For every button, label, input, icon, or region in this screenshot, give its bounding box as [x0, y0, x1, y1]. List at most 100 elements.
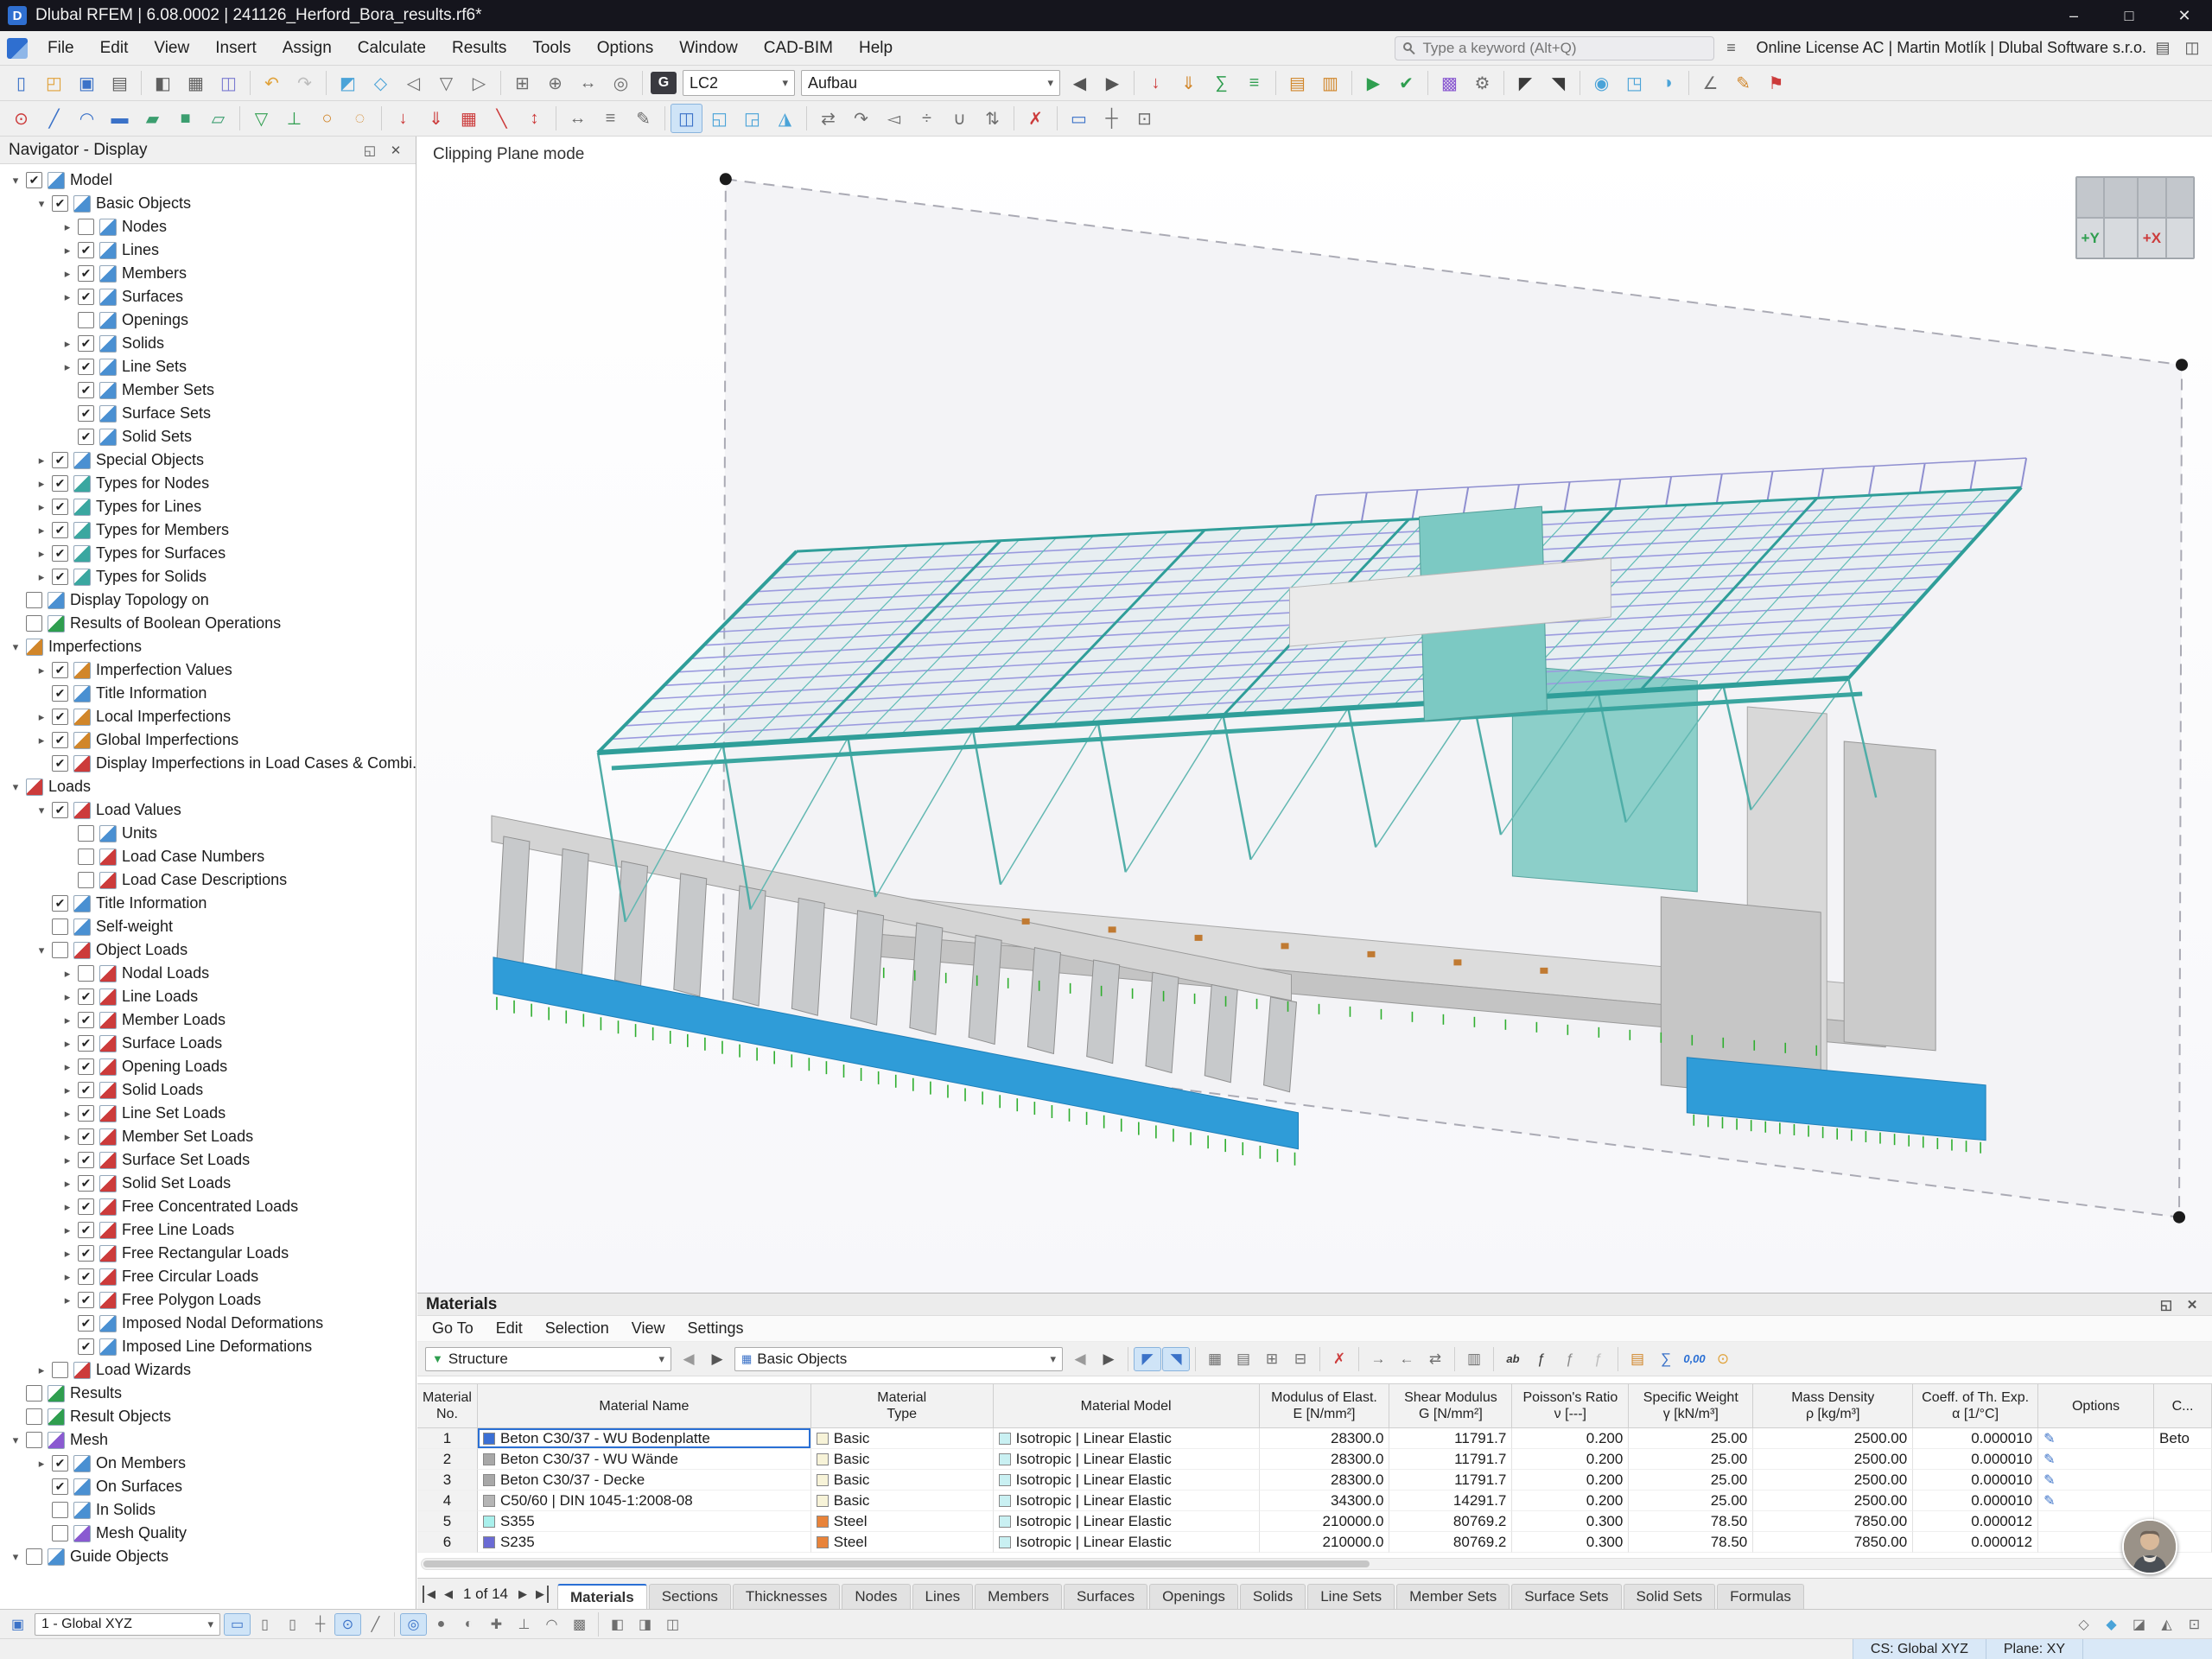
import-table-button[interactable]: →	[1364, 1347, 1392, 1371]
name-cell[interactable]: S235	[477, 1532, 811, 1553]
checkbox-solid-set-loads[interactable]: ✔	[78, 1175, 94, 1192]
chevron-right-icon[interactable]: ▸	[31, 454, 52, 467]
pin-icon[interactable]: ◱	[2155, 1294, 2177, 1315]
show-loads-button[interactable]: ↓	[1140, 68, 1172, 98]
tab-member-sets[interactable]: Member Sets	[1396, 1584, 1510, 1609]
work-plane-xz-button[interactable]: ▯	[279, 1613, 306, 1636]
checkbox-object-loads[interactable]	[52, 942, 68, 958]
tree-item-types-for-members[interactable]: ▸ ✔ Types for Members	[0, 518, 416, 542]
checkbox-types-for-lines[interactable]: ✔	[52, 499, 68, 515]
chevron-down-icon[interactable]: ▾	[5, 1550, 26, 1564]
table-view-button[interactable]: ▦	[1201, 1347, 1229, 1371]
col-header-cont[interactable]: C...	[2154, 1384, 2212, 1427]
e-cell[interactable]: 28300.0	[1259, 1449, 1390, 1470]
load-case-select[interactable]: LC2 ▾	[683, 70, 795, 96]
cube-face[interactable]	[2165, 177, 2194, 218]
formula-defined-button[interactable]: ƒ	[1556, 1347, 1584, 1371]
col-header-model[interactable]: Material Model	[994, 1384, 1260, 1427]
tree-item-types-for-nodes[interactable]: ▸ ✔ Types for Nodes	[0, 472, 416, 495]
chevron-right-icon[interactable]: ▸	[57, 1177, 78, 1191]
rho-cell[interactable]: 2500.00	[1753, 1449, 1914, 1470]
print-button[interactable]: ▤	[104, 68, 136, 98]
nu-cell[interactable]: 0.200	[1512, 1491, 1630, 1511]
menu-assign[interactable]: Assign	[270, 31, 345, 65]
checkbox-types-for-solids[interactable]: ✔	[52, 569, 68, 585]
chevron-right-icon[interactable]: ▸	[57, 1224, 78, 1237]
chevron-down-icon[interactable]: ▾	[5, 174, 26, 188]
col-header-name[interactable]: Material Name	[478, 1384, 811, 1427]
tree-item-load-case-descriptions[interactable]: Load Case Descriptions	[0, 868, 416, 892]
e-cell[interactable]: 34300.0	[1259, 1491, 1390, 1511]
chevron-right-icon[interactable]: ▸	[57, 1154, 78, 1167]
pan-view-button[interactable]: ↔	[572, 68, 604, 98]
materials-menu-edit[interactable]: Edit	[485, 1316, 534, 1341]
checkbox-model[interactable]: ✔	[26, 172, 42, 188]
formula-fx-button[interactable]: ƒ	[1528, 1347, 1555, 1371]
insert-solid-button[interactable]: ■	[169, 104, 201, 133]
tree-item-lines[interactable]: ▸ ✔ Lines	[0, 238, 416, 262]
cube-face[interactable]	[2076, 177, 2105, 218]
tree-item-surface-loads[interactable]: ▸ ✔ Surface Loads	[0, 1032, 416, 1055]
tree-item-nodal-loads[interactable]: ▸ Nodal Loads	[0, 962, 416, 985]
chevron-right-icon[interactable]: ▸	[57, 1130, 78, 1144]
col-header-nu[interactable]: Poisson's Ratio ν [---]	[1512, 1384, 1630, 1427]
no-cell[interactable]: 2	[417, 1449, 478, 1470]
tree-item-imperfections[interactable]: ▾ Imperfections	[0, 635, 416, 658]
move-copy-button[interactable]: ⇄	[812, 104, 844, 133]
gamma-cell[interactable]: 25.00	[1629, 1491, 1754, 1511]
menu-cad-bim[interactable]: CAD-BIM	[751, 31, 846, 65]
tree-item-imposed-nodal-deformations[interactable]: ✔ Imposed Nodal Deformations	[0, 1312, 416, 1335]
horizontal-scrollbar[interactable]	[421, 1558, 2143, 1570]
insert-node-button[interactable]: ⊙	[5, 104, 37, 133]
tree-item-title-information[interactable]: ✔ Title Information	[0, 682, 416, 705]
section-plane-button[interactable]: ◫	[671, 104, 702, 133]
cube-face[interactable]	[2138, 177, 2166, 218]
tree-item-openings[interactable]: Openings	[0, 308, 416, 332]
materials-menu-selection[interactable]: Selection	[534, 1316, 620, 1341]
chevron-right-icon[interactable]: ▸	[57, 1107, 78, 1121]
options-cell[interactable]: ✎	[2038, 1491, 2155, 1511]
e-cell[interactable]: 28300.0	[1259, 1428, 1390, 1449]
snap-toggle-button[interactable]: ⊙	[334, 1612, 361, 1636]
work-plane-yz-button[interactable]: ▯	[251, 1613, 278, 1636]
chevron-right-icon[interactable]: ▸	[31, 664, 52, 677]
maximize-button[interactable]: □	[2101, 0, 2157, 31]
no-cell[interactable]: 5	[417, 1511, 478, 1532]
tree-item-member-loads[interactable]: ▸ ✔ Member Loads	[0, 1008, 416, 1032]
member-hinge-button[interactable]: ○	[311, 104, 343, 133]
tree-item-member-sets[interactable]: ✔ Member Sets	[0, 378, 416, 402]
checkbox-free-circular-loads[interactable]: ✔	[78, 1268, 94, 1285]
chevron-right-icon[interactable]: ▸	[57, 1270, 78, 1284]
menu-calculate[interactable]: Calculate	[345, 31, 439, 65]
chevron-down-icon[interactable]: ▾	[5, 640, 26, 654]
chevron-down-icon[interactable]: ▾	[31, 944, 52, 957]
snap-midpoints-button[interactable]: ◐	[455, 1613, 482, 1636]
tree-item-types-for-lines[interactable]: ▸ ✔ Types for Lines	[0, 495, 416, 518]
g-cell[interactable]: 11791.7	[1389, 1428, 1513, 1449]
chevron-right-icon[interactable]: ▸	[57, 1014, 78, 1027]
tree-item-local-imperfections[interactable]: ▸ ✔ Local Imperfections	[0, 705, 416, 728]
chevron-right-icon[interactable]: ▸	[57, 1037, 78, 1051]
checkbox-solids[interactable]: ✔	[78, 335, 94, 352]
render-mode-button[interactable]: ◩	[332, 68, 364, 98]
checkbox-free-line-loads[interactable]: ✔	[78, 1222, 94, 1238]
model-cell[interactable]: Isotropic | Linear Elastic	[993, 1470, 1260, 1491]
col-header-alpha[interactable]: Coeff. of Th. Exp. α [1/°C]	[1913, 1384, 2039, 1427]
checkbox-imperfection-values[interactable]: ✔	[52, 662, 68, 678]
rho-cell[interactable]: 7850.00	[1753, 1511, 1914, 1532]
table-group-select[interactable]: ▦ Basic Objects ▾	[734, 1346, 1063, 1371]
tree-item-on-members[interactable]: ▸ ✔ On Members	[0, 1452, 416, 1475]
checkbox-global-imperfections[interactable]: ✔	[52, 732, 68, 748]
tree-item-opening-loads[interactable]: ▸ ✔ Opening Loads	[0, 1055, 416, 1078]
tree-item-types-for-surfaces[interactable]: ▸ ✔ Types for Surfaces	[0, 542, 416, 565]
checkbox-solid-sets[interactable]: ✔	[78, 429, 94, 445]
object-snap-button[interactable]: ◎	[400, 1612, 427, 1636]
checkbox-nodal-loads[interactable]	[78, 965, 94, 982]
chevron-right-icon[interactable]: ▸	[57, 1060, 78, 1074]
chevron-right-icon[interactable]: ▸	[57, 337, 78, 351]
cube-face[interactable]	[2104, 177, 2139, 218]
alpha-cell[interactable]: 0.000010	[1913, 1428, 2039, 1449]
tree-item-load-case-numbers[interactable]: Load Case Numbers	[0, 845, 416, 868]
tree-item-mesh[interactable]: ▾ Mesh	[0, 1428, 416, 1452]
cube-axis-y[interactable]: +Y	[2076, 218, 2105, 258]
